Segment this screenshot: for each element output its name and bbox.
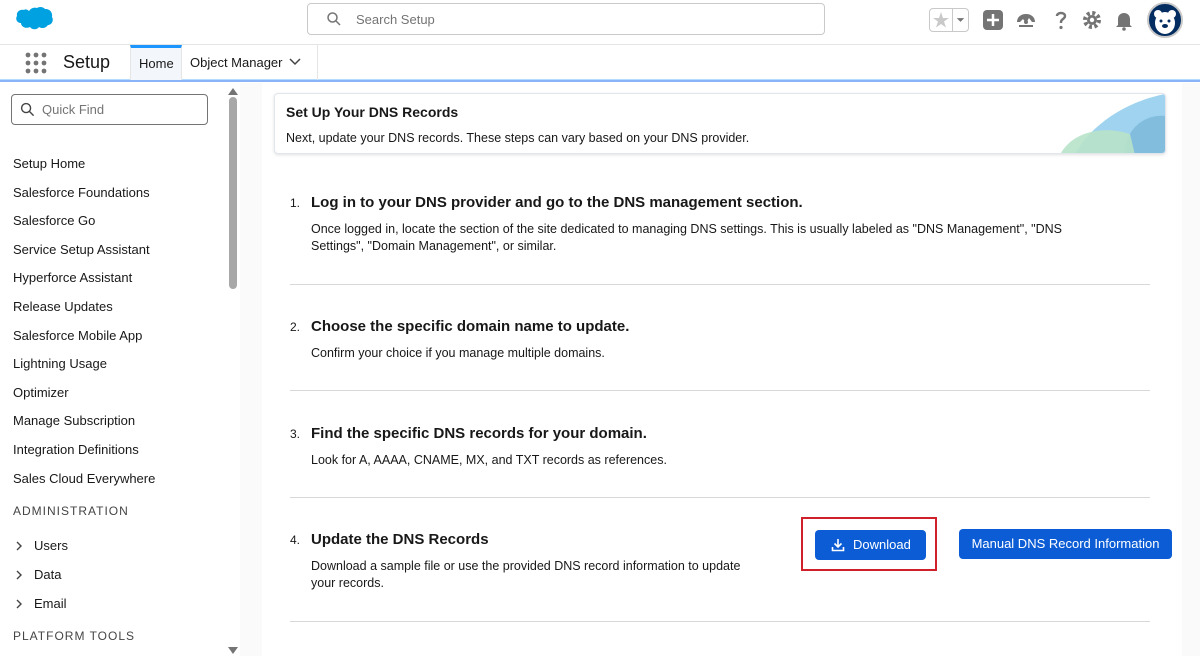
sidebar-tree-label: Users <box>34 538 68 553</box>
bell-icon[interactable] <box>1112 8 1136 32</box>
divider <box>290 390 1150 391</box>
sidebar-item-setup-home[interactable]: Setup Home <box>13 156 85 171</box>
sidebar-tree-label: Data <box>34 567 62 582</box>
tab-object-manager-label: Object Manager <box>190 55 283 70</box>
favorites-control[interactable] <box>929 8 969 32</box>
sidebar-item-sales-cloud-everywhere[interactable]: Sales Cloud Everywhere <box>13 471 155 486</box>
sidebar-item-lightning-usage[interactable]: Lightning Usage <box>13 356 107 371</box>
page-subtitle: Next, update your DNS records. These ste… <box>286 131 750 145</box>
step-number: 2. <box>290 320 301 334</box>
app-launcher-icon[interactable] <box>24 51 48 75</box>
salesforce-logo-icon[interactable] <box>12 6 54 36</box>
chevron-down-icon[interactable] <box>952 9 968 31</box>
step-description: Once logged in, locate the section of th… <box>311 221 1062 255</box>
trailhead-icon[interactable] <box>1014 8 1038 32</box>
step-number: 1. <box>290 196 301 210</box>
step-1: 1. Log in to your DNS provider and go to… <box>290 194 1150 254</box>
avatar[interactable] <box>1147 2 1183 38</box>
chevron-right-icon[interactable] <box>15 570 23 580</box>
step-description: Look for A, AAAA, CNAME, MX, and TXT rec… <box>311 452 667 469</box>
tab-home[interactable]: Home <box>130 45 182 81</box>
context-bar: Setup Home Object Manager <box>0 44 1200 82</box>
download-highlight-box <box>801 517 937 571</box>
step-4: 4. Update the DNS Records Download a sam… <box>290 531 790 591</box>
divider <box>290 497 1150 498</box>
search-icon <box>327 12 341 26</box>
step-number: 3. <box>290 427 301 441</box>
sidebar-tree-label: Email <box>34 596 67 611</box>
step-title: Choose the specific domain name to updat… <box>311 318 630 335</box>
chevron-down-icon[interactable] <box>289 58 301 66</box>
step-description-line: your records. <box>311 576 384 590</box>
bear-avatar-icon <box>1154 10 1176 34</box>
sidebar-item-salesforce-mobile-app[interactable]: Salesforce Mobile App <box>13 328 142 343</box>
scroll-down-icon[interactable] <box>228 647 238 655</box>
chevron-right-icon[interactable] <box>15 541 23 551</box>
star-icon[interactable] <box>930 9 952 31</box>
step-description-line: Settings", "Domain Management", or simil… <box>311 239 557 253</box>
sidebar-item-integration-definitions[interactable]: Integration Definitions <box>13 442 139 457</box>
sidebar-item-release-updates[interactable]: Release Updates <box>13 299 113 314</box>
step-description-line: Look for A, AAAA, CNAME, MX, and TXT rec… <box>311 453 667 467</box>
sidebar-item-manage-subscription[interactable]: Manage Subscription <box>13 413 135 428</box>
sidebar-item-salesforce-foundations[interactable]: Salesforce Foundations <box>13 185 150 200</box>
search-input[interactable] <box>356 5 816 33</box>
page-title: Set Up Your DNS Records <box>286 104 459 120</box>
sidebar-scrollbar[interactable] <box>226 83 240 656</box>
section-header-administration: ADMINISTRATION <box>13 504 129 518</box>
step-description: Confirm your choice if you manage multip… <box>311 345 605 362</box>
step-title: Update the DNS Records <box>311 531 489 548</box>
scroll-up-icon[interactable] <box>228 87 238 95</box>
header-illustration-icon <box>1061 94 1165 153</box>
sidebar-item-optimizer[interactable]: Optimizer <box>13 385 69 400</box>
page-header-banner: Set Up Your DNS Records Next, update you… <box>274 93 1166 154</box>
scroll-thumb[interactable] <box>229 97 237 289</box>
quick-find[interactable] <box>11 94 208 125</box>
quick-find-input[interactable] <box>42 97 202 122</box>
step-3: 3. Find the specific DNS records for you… <box>290 425 1150 467</box>
sidebar-item-salesforce-go[interactable]: Salesforce Go <box>13 213 95 228</box>
tab-object-manager[interactable]: Object Manager <box>182 45 318 81</box>
add-icon[interactable] <box>981 8 1005 32</box>
step-title: Find the specific DNS records for your d… <box>311 425 647 442</box>
divider <box>290 621 1150 622</box>
divider <box>290 284 1150 285</box>
step-number: 4. <box>290 533 301 547</box>
step-2: 2. Choose the specific domain name to up… <box>290 318 1150 360</box>
search-icon <box>20 102 35 117</box>
global-header <box>0 0 1200 44</box>
sidebar-item-hyperforce-assistant[interactable]: Hyperforce Assistant <box>13 270 132 285</box>
manual-dns-record-information-button[interactable]: Manual DNS Record Information <box>959 529 1172 559</box>
step-description-line: Confirm your choice if you manage multip… <box>311 346 605 360</box>
step-title: Log in to your DNS provider and go to th… <box>311 194 803 211</box>
step-description-line: Once logged in, locate the section of th… <box>311 222 1062 236</box>
chevron-right-icon[interactable] <box>15 599 23 609</box>
step-description: Download a sample file or use the provid… <box>311 558 740 592</box>
main-content: Set Up Your DNS Records Next, update you… <box>240 83 1200 656</box>
global-search[interactable] <box>307 3 825 35</box>
setup-sidebar: Setup Home Salesforce Foundations Salesf… <box>0 83 240 656</box>
dns-setup-panel: Set Up Your DNS Records Next, update you… <box>262 83 1182 656</box>
app-name: Setup <box>63 52 111 72</box>
sidebar-item-service-setup-assistant[interactable]: Service Setup Assistant <box>13 242 150 257</box>
step-description-line: Download a sample file or use the provid… <box>311 559 741 573</box>
gear-icon[interactable] <box>1080 8 1104 32</box>
section-header-platform-tools: PLATFORM TOOLS <box>13 629 136 643</box>
help-icon[interactable] <box>1049 8 1073 32</box>
